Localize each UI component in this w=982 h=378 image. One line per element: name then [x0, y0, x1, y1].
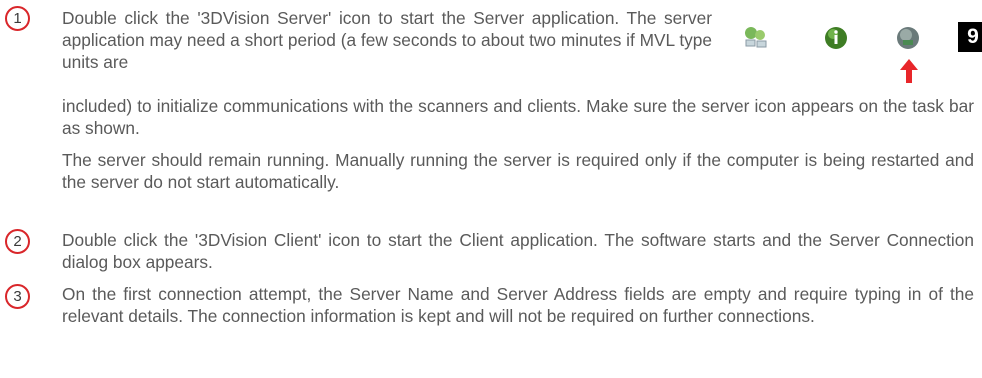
step-3-text: On the first connection attempt, the Ser… [62, 284, 974, 326]
step-1-note: The server should remain running. Manual… [62, 150, 974, 192]
step-1-text: Double click the '3DVision Server' icon … [62, 8, 712, 72]
arrow-up-icon [900, 59, 918, 83]
clock-icon: 9 [958, 22, 982, 52]
step-number: 2 [5, 229, 30, 254]
server-icon [897, 27, 919, 49]
step-number: 3 [5, 284, 30, 309]
step-1-text-continued: included) to initialize communications w… [62, 96, 974, 138]
taskbar-tray: 9 [738, 4, 982, 88]
step-2-text: Double click the '3DVision Client' icon … [62, 230, 974, 272]
step-number: 1 [5, 6, 30, 31]
info-icon [825, 27, 847, 49]
network-icon [745, 27, 767, 48]
